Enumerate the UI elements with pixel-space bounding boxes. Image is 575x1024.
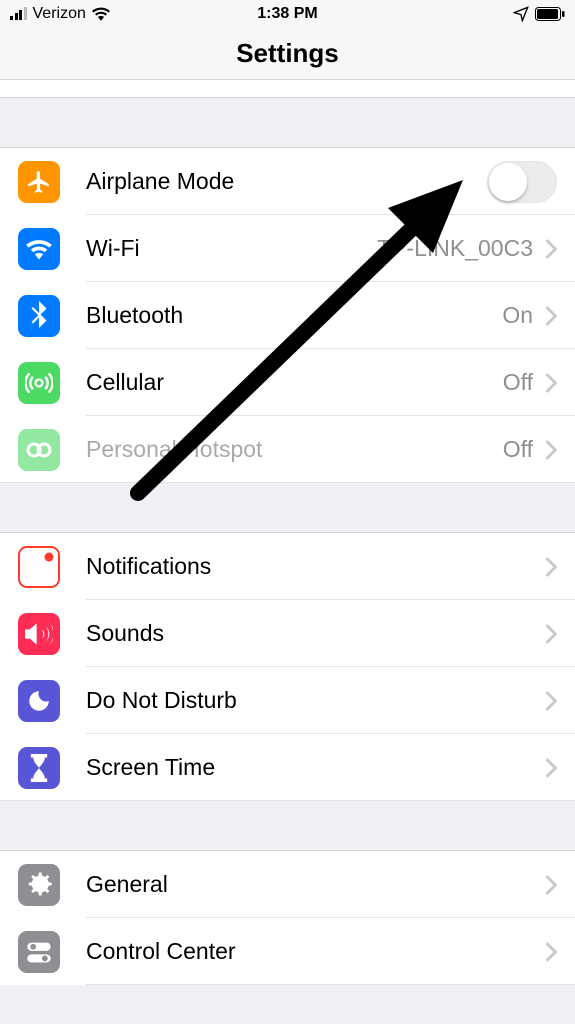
row-do-not-disturb[interactable]: Do Not Disturb	[0, 667, 575, 734]
chevron-right-icon	[545, 306, 557, 326]
chevron-right-icon	[545, 758, 557, 778]
row-control-center[interactable]: Control Center	[0, 918, 575, 985]
spacer	[0, 80, 575, 98]
chevron-right-icon	[545, 624, 557, 644]
row-notifications[interactable]: Notifications	[0, 533, 575, 600]
wifi-icon	[92, 7, 110, 21]
row-sounds[interactable]: Sounds	[0, 600, 575, 667]
screentime-label: Screen Time	[86, 754, 545, 781]
row-cellular[interactable]: Cellular Off	[0, 349, 575, 416]
general-label: General	[86, 871, 545, 898]
status-time: 1:38 PM	[257, 5, 317, 23]
chevron-right-icon	[545, 373, 557, 393]
dnd-label: Do Not Disturb	[86, 687, 545, 714]
carrier-label: Verizon	[33, 5, 86, 23]
sounds-icon	[18, 613, 60, 655]
hotspot-icon	[18, 429, 60, 471]
group-gap	[0, 801, 575, 851]
row-airplane-mode[interactable]: Airplane Mode	[0, 148, 575, 215]
location-icon	[513, 6, 529, 22]
bluetooth-icon	[18, 295, 60, 337]
moon-icon	[18, 680, 60, 722]
wifi-settings-icon	[18, 228, 60, 270]
group-gap	[0, 98, 575, 148]
bluetooth-detail: On	[502, 302, 533, 329]
notifications-label: Notifications	[86, 553, 545, 580]
cellular-icon	[18, 362, 60, 404]
cellular-detail: Off	[503, 369, 533, 396]
wifi-detail: TP-LINK_00C3	[377, 235, 533, 262]
hotspot-label: Personal Hotspot	[86, 436, 503, 463]
sounds-label: Sounds	[86, 620, 545, 647]
gear-icon	[18, 864, 60, 906]
bluetooth-label: Bluetooth	[86, 302, 502, 329]
row-personal-hotspot[interactable]: Personal Hotspot Off	[0, 416, 575, 483]
signal-icon	[10, 8, 27, 20]
airplane-icon	[18, 161, 60, 203]
chevron-right-icon	[545, 557, 557, 577]
hotspot-detail: Off	[503, 436, 533, 463]
row-general[interactable]: General	[0, 851, 575, 918]
hourglass-icon	[18, 747, 60, 789]
wifi-label: Wi-Fi	[86, 235, 377, 262]
chevron-right-icon	[545, 691, 557, 711]
group-gap	[0, 483, 575, 533]
row-bluetooth[interactable]: Bluetooth On	[0, 282, 575, 349]
status-right	[513, 6, 565, 22]
status-left: Verizon	[10, 5, 110, 23]
control-center-icon	[18, 931, 60, 973]
airplane-toggle[interactable]	[487, 161, 557, 203]
status-bar: Verizon 1:38 PM	[0, 0, 575, 28]
page-title: Settings	[236, 38, 339, 69]
notifications-icon	[18, 546, 60, 588]
row-wifi[interactable]: Wi-Fi TP-LINK_00C3	[0, 215, 575, 282]
chevron-right-icon	[545, 440, 557, 460]
row-screen-time[interactable]: Screen Time	[0, 734, 575, 801]
battery-icon	[535, 7, 565, 21]
chevron-right-icon	[545, 239, 557, 259]
title-bar: Settings	[0, 28, 575, 80]
controlcenter-label: Control Center	[86, 938, 545, 965]
chevron-right-icon	[545, 942, 557, 962]
chevron-right-icon	[545, 875, 557, 895]
cellular-label: Cellular	[86, 369, 503, 396]
airplane-label: Airplane Mode	[86, 168, 487, 195]
